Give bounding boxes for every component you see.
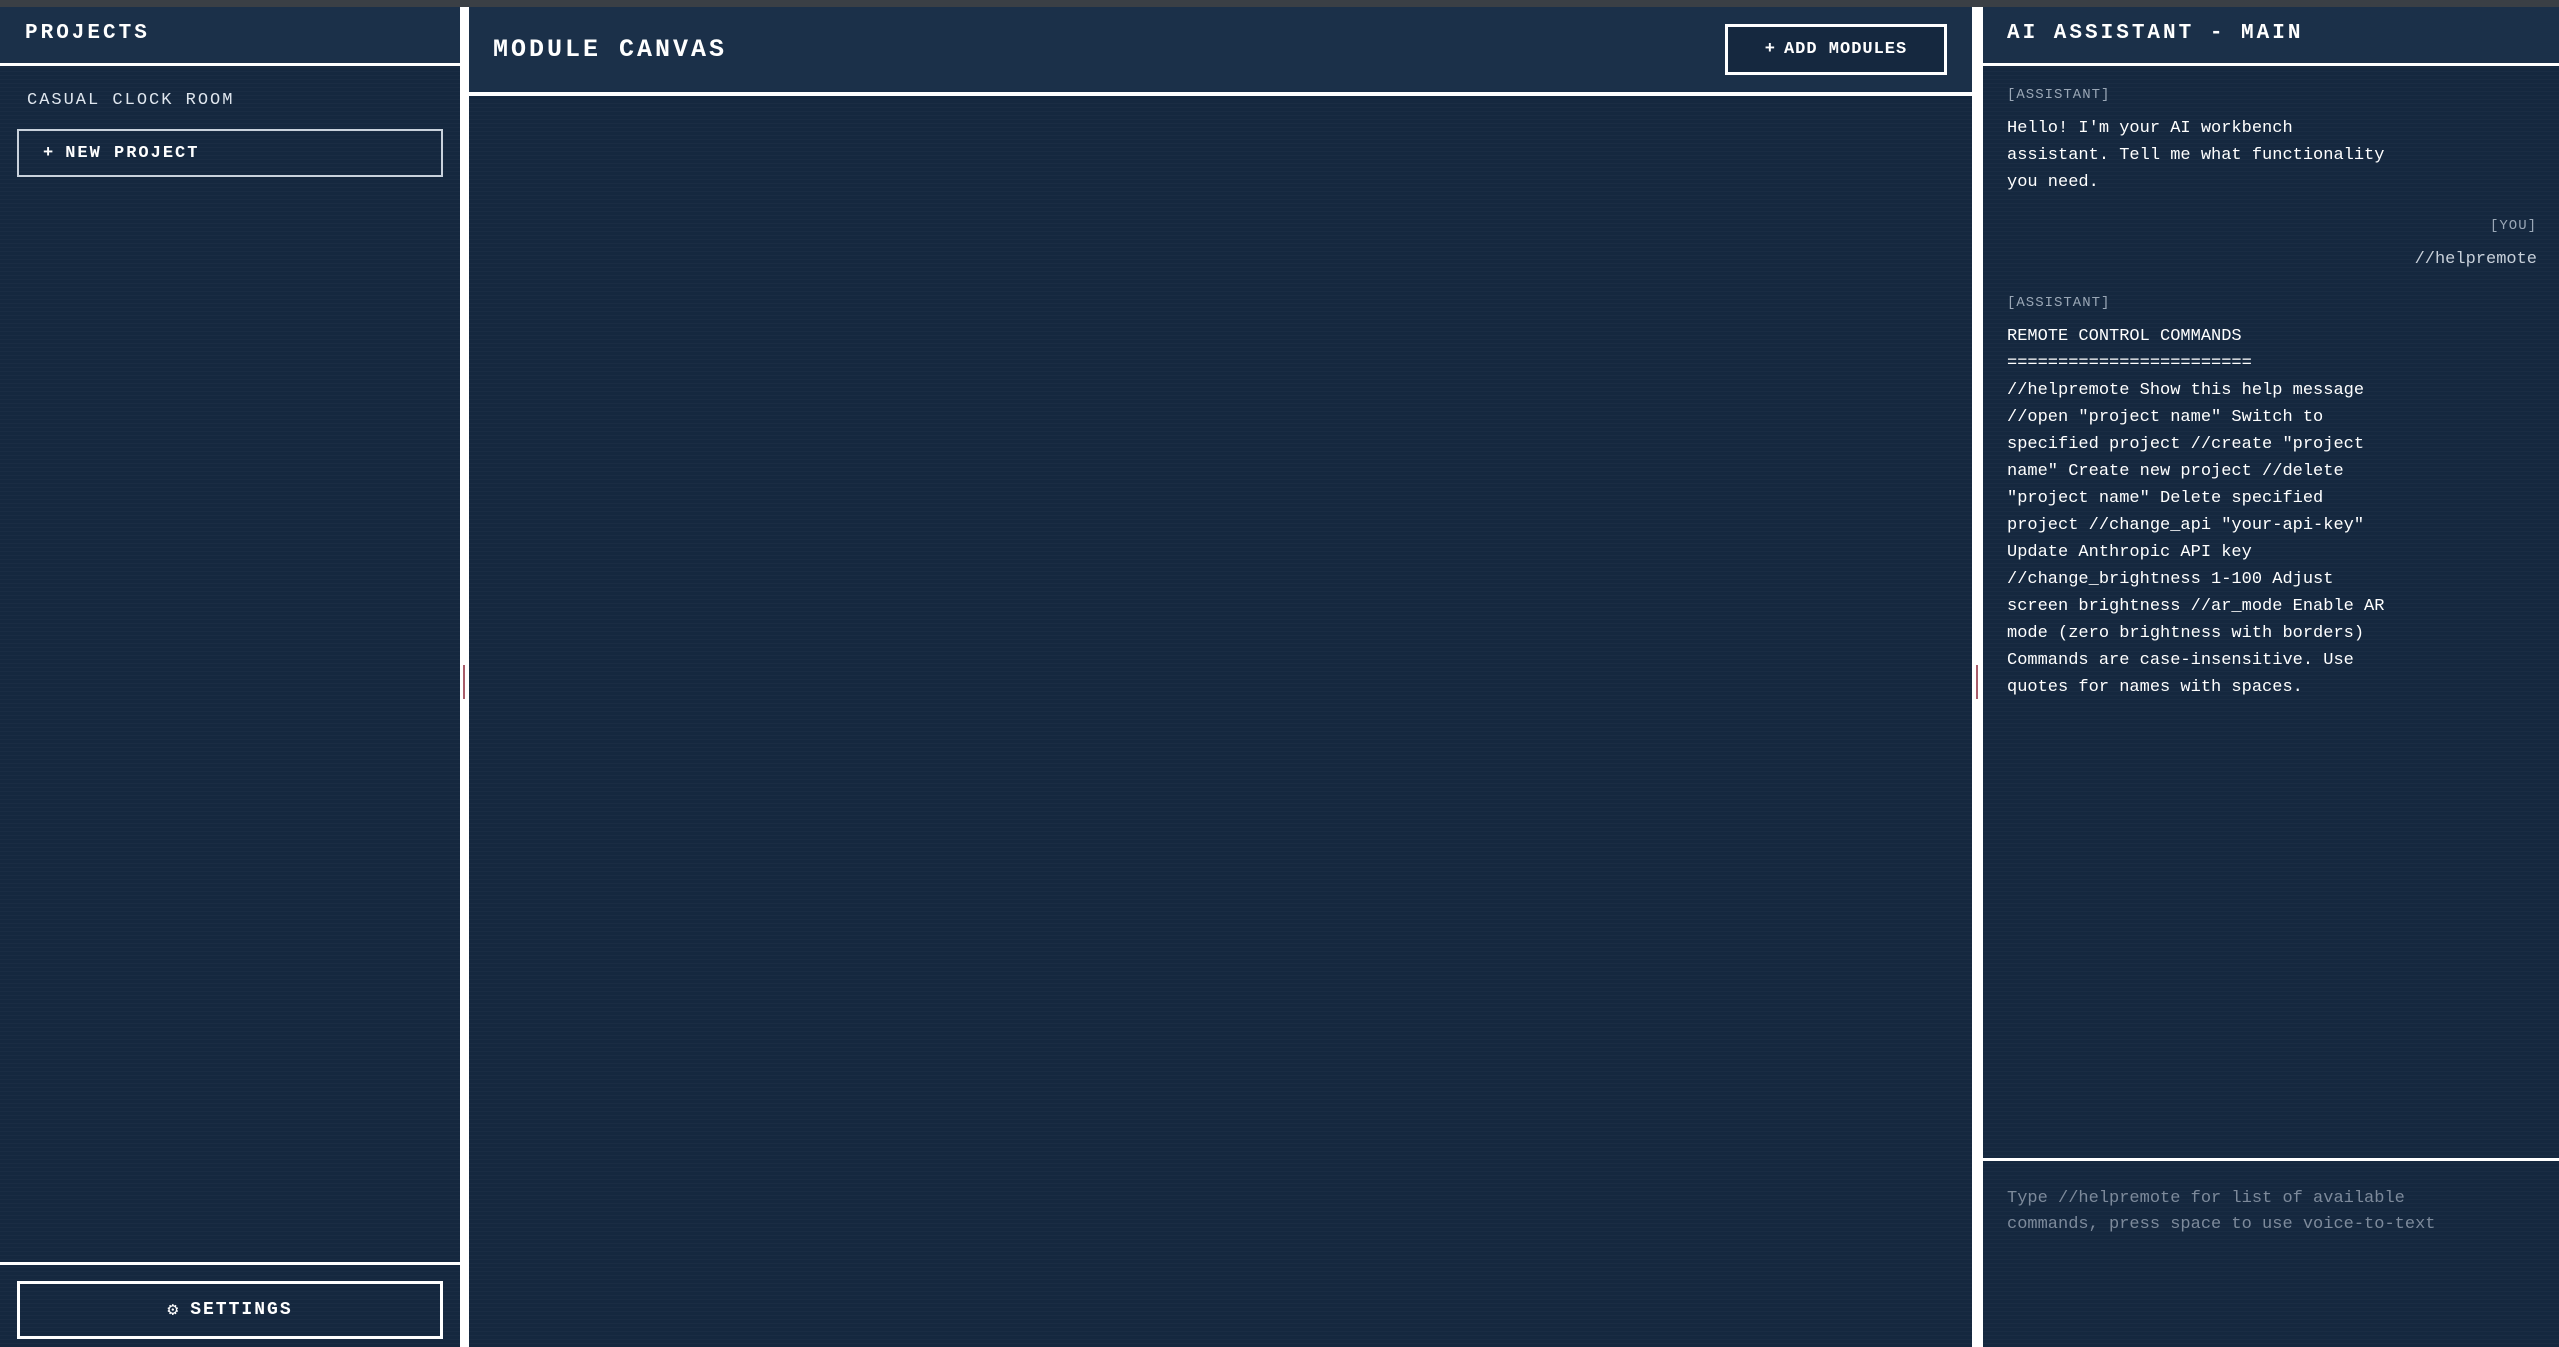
add-modules-button[interactable]: + ADD MODULES [1725, 24, 1947, 75]
chat-input[interactable] [2007, 1186, 2487, 1306]
chat-message-user: [YOU] //helpremote [2007, 218, 2537, 273]
settings-label: SETTINGS [190, 1300, 293, 1320]
gear-icon: ⚙ [167, 1301, 181, 1321]
projects-title: PROJECTS [25, 22, 150, 45]
module-canvas[interactable] [469, 96, 1972, 1347]
message-role: [ASSISTANT] [2007, 87, 2111, 103]
left-resize-handle[interactable] [463, 665, 465, 699]
message-role: [YOU] [2489, 218, 2537, 234]
module-canvas-title: MODULE CANVAS [493, 35, 728, 64]
settings-button[interactable]: ⚙ SETTINGS [17, 1281, 443, 1339]
message-role: [ASSISTANT] [2007, 295, 2111, 311]
chat-log: [ASSISTANT] Hello! I'm your AI workbench… [2007, 87, 2537, 723]
right-resize-handle[interactable] [1976, 665, 1978, 699]
add-modules-label: ADD MODULES [1783, 40, 1908, 59]
projects-header: PROJECTS [0, 7, 460, 66]
message-rule: ======================== [2007, 354, 2252, 373]
message-text: Hello! I'm your AI workbench assistant. … [2007, 119, 2395, 192]
ai-assistant-panel: AI ASSISTANT - MAIN [ASSISTANT] Hello! I… [1983, 7, 2559, 1347]
ai-assistant-title: AI ASSISTANT - MAIN [2007, 22, 2304, 45]
message-text: //helpremote Show this help message //op… [2007, 381, 2395, 697]
plus-icon: + [1764, 40, 1776, 59]
module-canvas-panel: MODULE CANVAS + ADD MODULES [469, 7, 1972, 1347]
module-canvas-header: MODULE CANVAS + ADD MODULES [469, 7, 1972, 96]
chat-message-assistant: [ASSISTANT] REMOTE CONTROL COMMANDS ====… [2007, 295, 2537, 701]
projects-panel: PROJECTS CASUAL CLOCK ROOM + NEW PROJECT… [0, 7, 460, 1347]
projects-footer: ⚙ SETTINGS [0, 1262, 460, 1347]
chat-input-area [1983, 1158, 2559, 1347]
chat-message-assistant: [ASSISTANT] Hello! I'm your AI workbench… [2007, 87, 2537, 196]
new-project-label: NEW PROJECT [65, 143, 200, 163]
message-heading: REMOTE CONTROL COMMANDS [2007, 327, 2242, 346]
window-top-bar [0, 0, 2559, 7]
project-item-casual-clock-room[interactable]: CASUAL CLOCK ROOM [27, 91, 234, 110]
new-project-button[interactable]: + NEW PROJECT [17, 129, 443, 177]
plus-icon: + [43, 143, 56, 163]
right-resize-divider[interactable] [1972, 7, 1983, 1347]
ai-assistant-header: AI ASSISTANT - MAIN [1983, 7, 2559, 66]
left-resize-divider[interactable] [460, 7, 469, 1347]
message-text: //helpremote [2414, 250, 2537, 269]
